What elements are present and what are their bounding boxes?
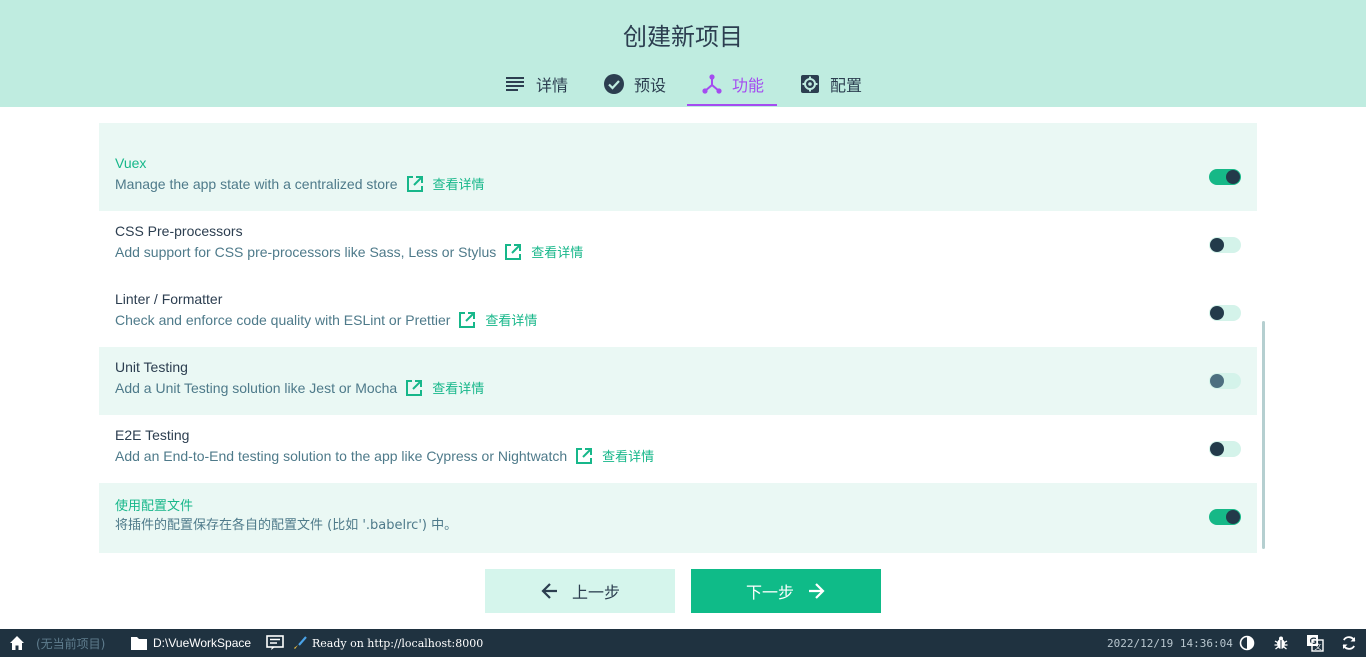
feature-desc-text: Add an End-to-End testing solution to th… bbox=[115, 447, 568, 464]
feature-toggle[interactable] bbox=[1209, 441, 1241, 457]
translate-icon: G文 bbox=[1306, 634, 1324, 652]
bug-icon bbox=[1272, 634, 1290, 652]
feature-desc-text: Manage the app state with a centralized … bbox=[115, 175, 398, 192]
home-icon bbox=[8, 634, 26, 652]
toggle-knob bbox=[1210, 442, 1224, 456]
log-message: Ready on http://localhost:8000 bbox=[312, 636, 484, 650]
feature-row-css-preprocessors[interactable]: CSS Pre-processors Add support for CSS p… bbox=[99, 211, 1257, 279]
bug-report-button[interactable] bbox=[1272, 629, 1290, 657]
step-tabs: 详情 预设 功能 配置 bbox=[0, 62, 1366, 106]
brush-icon bbox=[291, 634, 309, 652]
tab-features[interactable]: 功能 bbox=[687, 62, 778, 106]
feature-row-e2e-testing[interactable]: E2E Testing Add an End-to-End testing so… bbox=[99, 415, 1257, 483]
contrast-icon bbox=[1238, 634, 1256, 652]
external-link-icon[interactable] bbox=[504, 243, 522, 261]
feature-name: Linter / Formatter bbox=[115, 291, 223, 307]
feature-desc-text: Add support for CSS pre-processors like … bbox=[115, 243, 497, 260]
check-circle-icon bbox=[602, 72, 626, 96]
external-link-icon[interactable] bbox=[458, 311, 476, 329]
toggle-knob bbox=[1210, 306, 1224, 320]
tab-config[interactable]: 配置 bbox=[785, 62, 875, 106]
feature-name: Unit Testing bbox=[115, 359, 188, 375]
arrow-right-icon bbox=[806, 581, 826, 601]
feature-row-vuex[interactable]: Vuex Manage the app state with a central… bbox=[99, 143, 1257, 211]
refresh-icon bbox=[1340, 634, 1358, 652]
feature-description: Check and enforce code quality with ESLi… bbox=[115, 310, 537, 329]
feature-toggle[interactable] bbox=[1209, 305, 1241, 321]
feature-description: Manage the app state with a centralized … bbox=[115, 174, 485, 193]
next-step-button[interactable]: 下一步 bbox=[691, 569, 881, 613]
tab-config-label: 配置 bbox=[830, 76, 863, 95]
current-project: (无当前项目) bbox=[36, 636, 106, 651]
more-info-link[interactable]: 查看详情 bbox=[602, 446, 654, 465]
toggle-knob bbox=[1226, 170, 1240, 184]
feature-toggle[interactable] bbox=[1209, 237, 1241, 253]
feature-list: Vuex Manage the app state with a central… bbox=[99, 123, 1257, 553]
feature-name: E2E Testing bbox=[115, 427, 190, 443]
settings-gear-icon bbox=[798, 72, 822, 96]
feature-row-config-files[interactable]: 使用配置文件 将插件的配置保存在各自的配置文件 (比如 '.babelrc') … bbox=[99, 483, 1257, 553]
arrow-left-icon bbox=[540, 581, 560, 601]
translate-button[interactable]: G文 bbox=[1306, 629, 1324, 657]
toggle-knob bbox=[1210, 374, 1224, 388]
next-step-label: 下一步 bbox=[745, 583, 794, 602]
folder-icon bbox=[130, 634, 148, 652]
external-link-icon[interactable] bbox=[575, 447, 593, 465]
tab-features-label: 功能 bbox=[732, 76, 765, 95]
feature-description: Add a Unit Testing solution like Jest or… bbox=[115, 378, 484, 397]
page-title: 创建新项目 bbox=[623, 23, 743, 51]
feature-name: CSS Pre-processors bbox=[115, 223, 243, 239]
page-header: 创建新项目 详情 预设 功能 配置 bbox=[0, 0, 1366, 107]
external-link-icon[interactable] bbox=[406, 175, 424, 193]
feature-toggle[interactable] bbox=[1209, 509, 1241, 525]
feature-name: 使用配置文件 bbox=[115, 499, 194, 514]
feature-description: Add an End-to-End testing solution to th… bbox=[115, 446, 654, 465]
feature-toggle[interactable] bbox=[1209, 169, 1241, 185]
feature-row-linter[interactable]: Linter / Formatter Check and enforce cod… bbox=[99, 279, 1257, 347]
tab-details-label: 详情 bbox=[535, 76, 568, 95]
feature-desc-text: Check and enforce code quality with ESLi… bbox=[115, 311, 451, 328]
clock: 2022/12/19 14:36:04 bbox=[1107, 629, 1233, 657]
feature-desc-text: Add a Unit Testing solution like Jest or… bbox=[115, 379, 398, 396]
feature-row-unit-testing[interactable]: Unit Testing Add a Unit Testing solution… bbox=[99, 347, 1257, 415]
feature-fork-icon bbox=[700, 72, 724, 96]
previous-step-label: 上一步 bbox=[571, 583, 620, 602]
external-link-icon[interactable] bbox=[405, 379, 423, 397]
folder-button[interactable]: D:\VueWorkSpace bbox=[130, 629, 251, 657]
tab-presets[interactable]: 预设 bbox=[589, 62, 679, 106]
refresh-button[interactable] bbox=[1340, 629, 1358, 657]
feature-name: Vuex bbox=[115, 155, 147, 171]
feature-desc-text: 将插件的配置保存在各自的配置文件 (比如 '.babelrc') 中。 bbox=[115, 518, 458, 533]
more-info-link[interactable]: 查看详情 bbox=[433, 174, 485, 193]
previous-step-button[interactable]: 上一步 bbox=[485, 569, 675, 613]
more-info-link[interactable]: 查看详情 bbox=[485, 310, 537, 329]
feature-toggle[interactable] bbox=[1209, 373, 1241, 389]
list-scrollbar[interactable] bbox=[1262, 321, 1265, 549]
feature-description: 将插件的配置保存在各自的配置文件 (比如 '.babelrc') 中。 bbox=[115, 514, 457, 533]
tab-details[interactable]: 详情 bbox=[491, 62, 581, 106]
toggle-knob bbox=[1226, 510, 1240, 524]
list-item-partial bbox=[99, 123, 1257, 143]
log-area[interactable]: Ready on http://localhost:8000 bbox=[266, 629, 483, 657]
console-icon bbox=[266, 634, 284, 652]
feature-description: Add support for CSS pre-processors like … bbox=[115, 242, 583, 261]
svg-text:文: 文 bbox=[1315, 642, 1322, 651]
tab-presets-label: 预设 bbox=[633, 76, 666, 95]
theme-toggle-button[interactable] bbox=[1238, 629, 1256, 657]
list-icon bbox=[504, 72, 528, 96]
more-info-link[interactable]: 查看详情 bbox=[432, 378, 484, 397]
home-button[interactable]: (无当前项目) bbox=[8, 629, 105, 657]
toggle-knob bbox=[1210, 238, 1224, 252]
more-info-link[interactable]: 查看详情 bbox=[531, 242, 583, 261]
status-bar: (无当前项目) D:\VueWorkSpace Ready on http://… bbox=[0, 629, 1366, 657]
current-folder: D:\VueWorkSpace bbox=[153, 636, 252, 650]
datetime: 2022/12/19 14:36:04 bbox=[1107, 636, 1233, 650]
